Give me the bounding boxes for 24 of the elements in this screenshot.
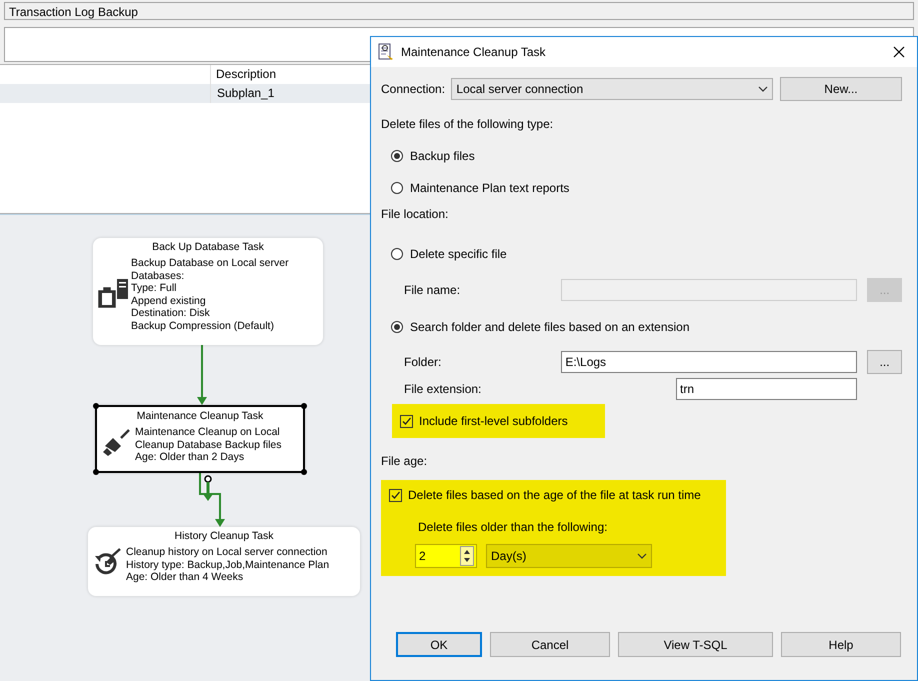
- task-detail: Age: Older than 4 Weeks: [126, 571, 244, 584]
- older-than-label: Delete files older than the following:: [418, 520, 608, 536]
- section-heading: File age:: [381, 453, 428, 470]
- task-detail: History type: Backup,Job,Maintenance Plan: [126, 558, 330, 571]
- task-detail: Cleanup history on Local server connection: [126, 546, 328, 558]
- folder-label: Folder:: [404, 355, 442, 369]
- task-detail: Type: Full: [131, 282, 178, 294]
- task-detail: Backup Database on Local server: [131, 257, 290, 270]
- task-title: History Cleanup Task: [173, 530, 275, 542]
- task-title: Back Up Database Task: [151, 241, 265, 253]
- task-detail: Maintenance Cleanup on Local: [135, 426, 281, 438]
- connection-label: Connection:: [381, 82, 446, 96]
- section-heading: File location:: [381, 206, 450, 223]
- task-detail: Backup Compression (Default): [131, 320, 275, 332]
- task-title: Maintenance Cleanup Task: [136, 410, 264, 422]
- file-name-label: File name:: [404, 283, 462, 297]
- task-detail: Age: Older than 2 Days: [135, 451, 246, 464]
- task-detail: Cleanup Database Backup files: [135, 438, 283, 451]
- file-extension-label: File extension:: [404, 382, 482, 396]
- section-heading: Delete files of the following type:: [381, 116, 554, 133]
- task-detail: Databases:: [131, 270, 186, 282]
- dialog-title: Maintenance Cleanup Task: [401, 45, 547, 59]
- task-detail: Append existing: [131, 294, 207, 307]
- task-detail: Destination: Disk: [131, 307, 211, 320]
